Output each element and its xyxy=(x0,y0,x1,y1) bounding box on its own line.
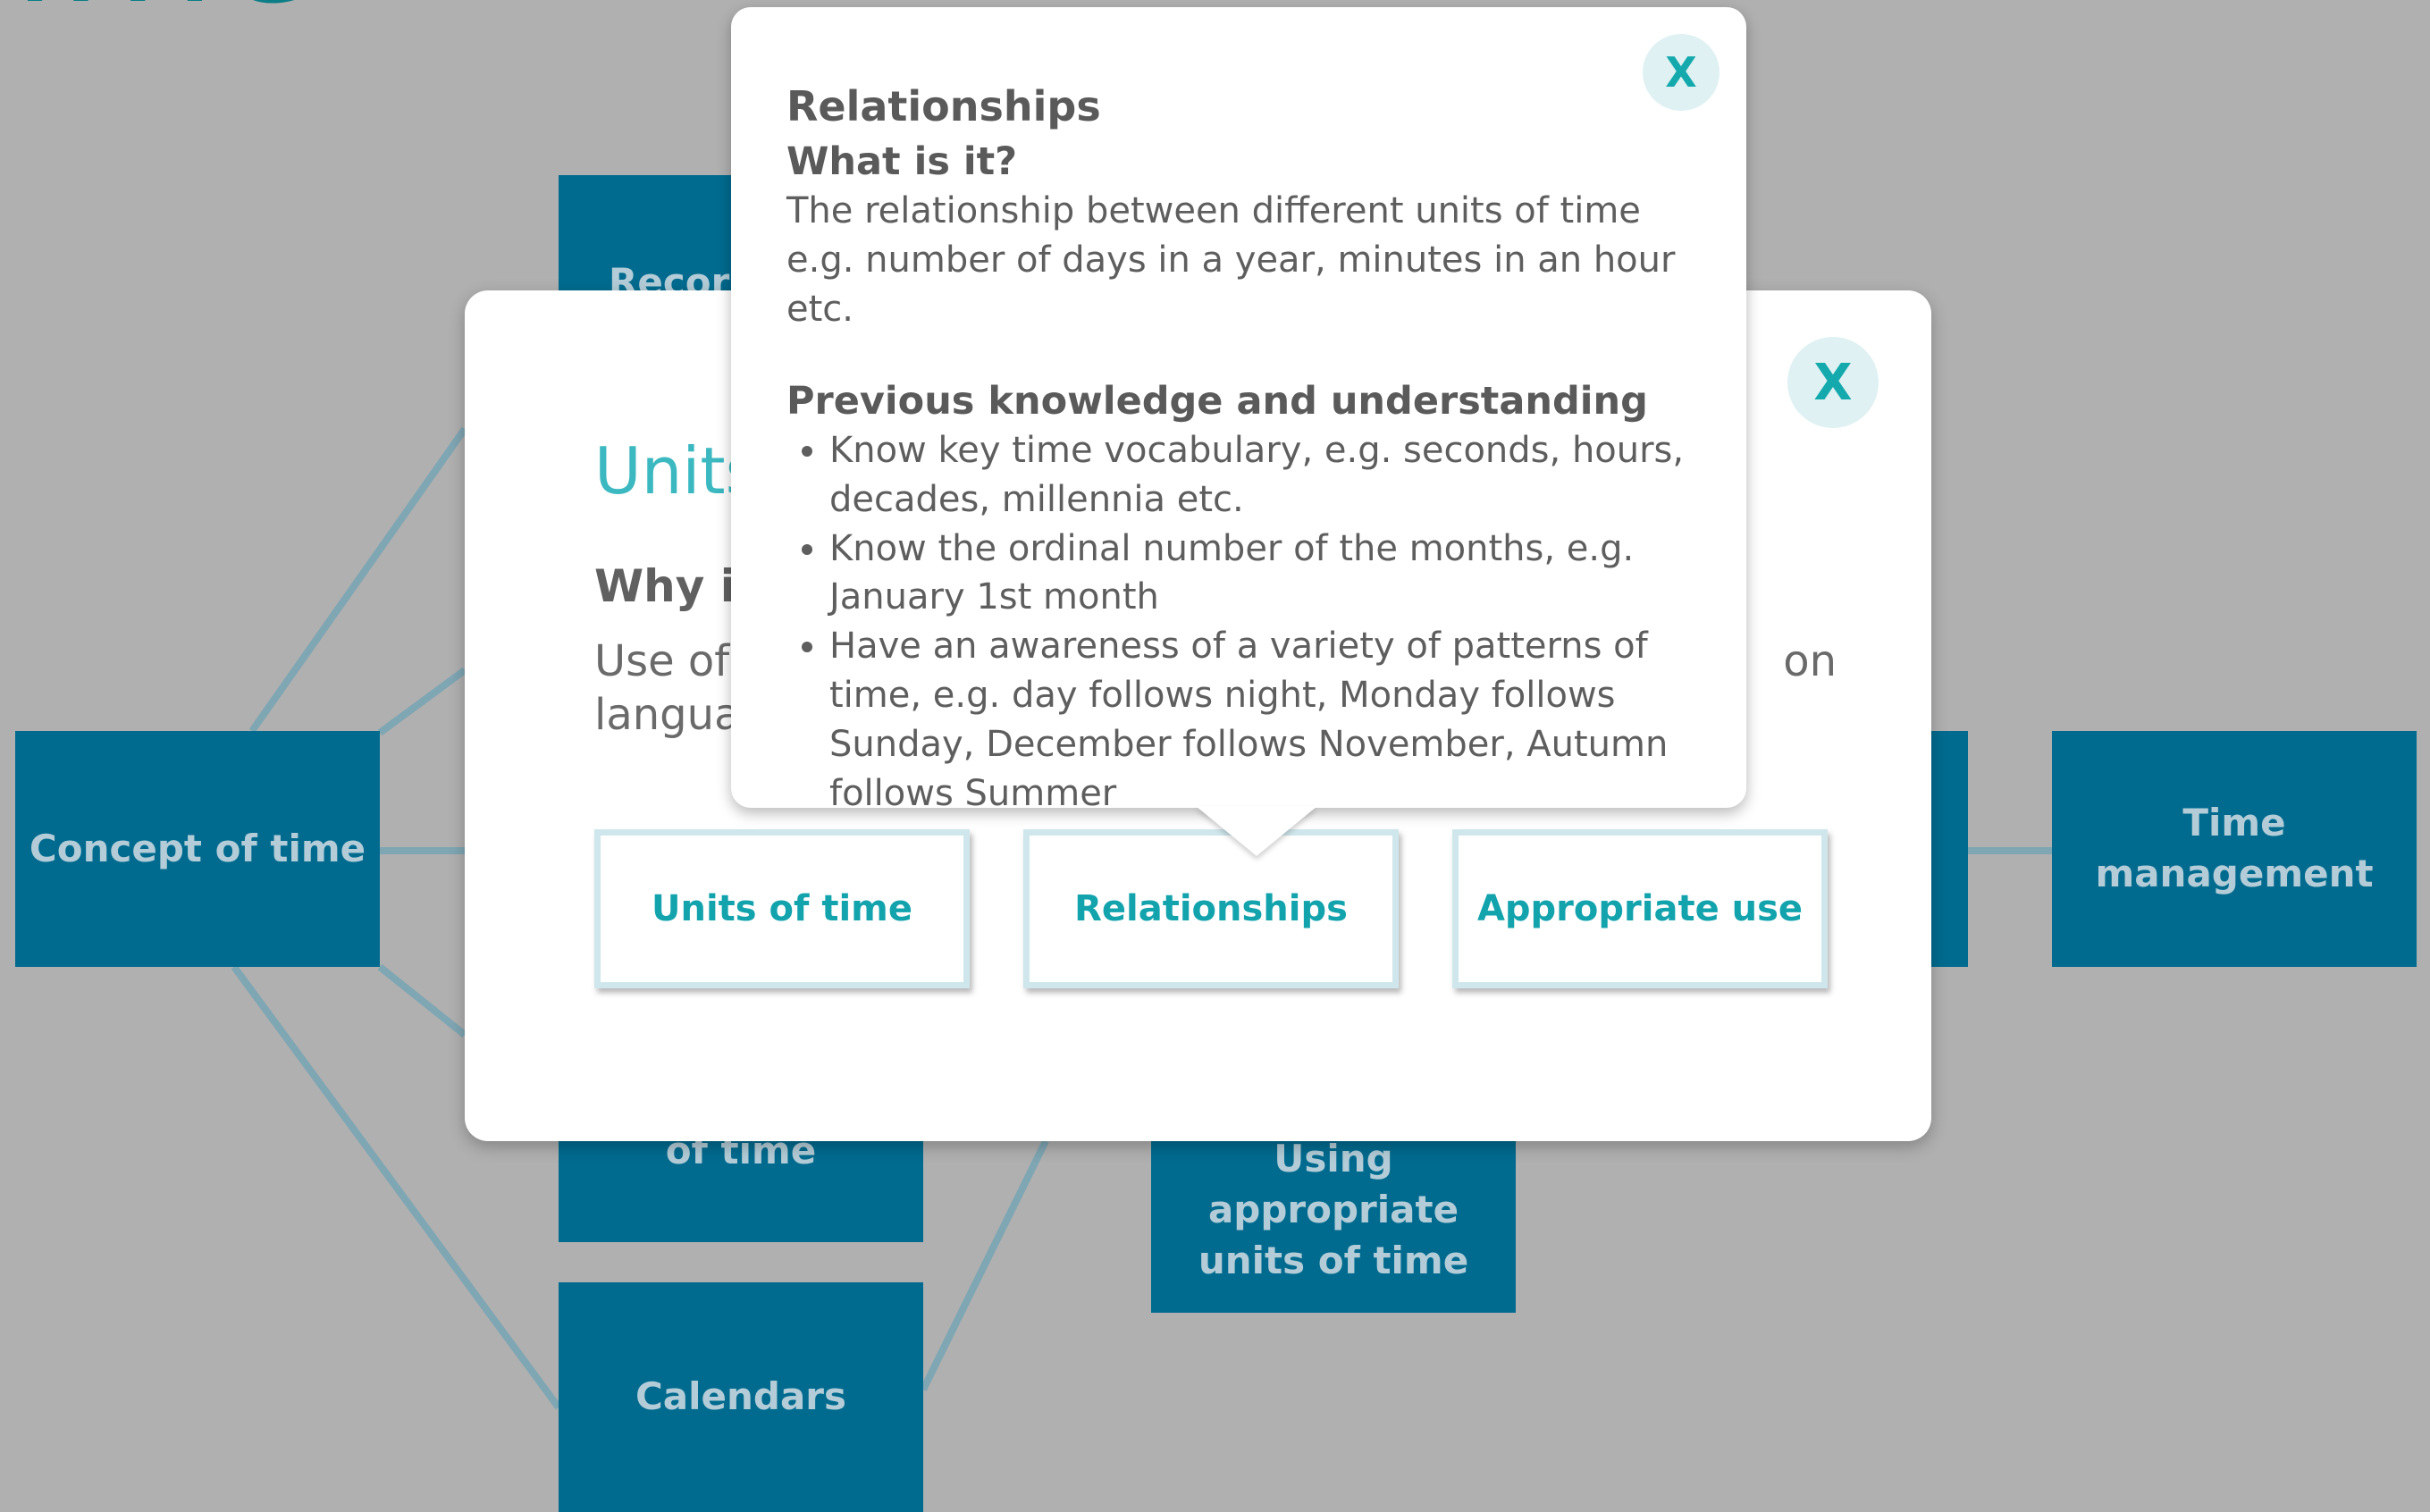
modal-body-line-end: on xyxy=(1783,636,1837,686)
what-is-it-label: What is it? xyxy=(786,139,1018,185)
tab-appropriate-use[interactable]: Appropriate use xyxy=(1452,829,1828,988)
connector-line xyxy=(248,426,468,734)
list-item: Have an awareness of a variety of patter… xyxy=(829,622,1707,818)
map-node-calendars[interactable]: Calendars xyxy=(559,1282,923,1512)
relationships-popover: X Relationships What is it? The relation… xyxy=(731,7,1746,856)
modal-close-button[interactable]: X xyxy=(1787,337,1879,428)
what-is-it-text: The relationship between different units… xyxy=(786,189,1676,330)
popover-title: Relationships xyxy=(786,82,1101,130)
map-node-label: Calendars xyxy=(635,1374,847,1419)
map-node-concept-of-time[interactable]: Concept of time xyxy=(15,731,380,967)
concept-map-page: ime Record Concept of time of time Calen… xyxy=(0,0,2430,1512)
connector-line xyxy=(920,1139,1049,1391)
tab-units-of-time[interactable]: Units of time xyxy=(594,829,970,988)
map-node-label: Using appropriate units of time xyxy=(1198,1137,1469,1282)
map-node-label: Concept of time xyxy=(29,826,366,870)
popover-content: Relationships What is it? The relationsh… xyxy=(786,82,1707,818)
list-item: Know the ordinal number of the months, e… xyxy=(829,525,1707,623)
connector-line xyxy=(377,667,467,736)
map-node-label: Time management xyxy=(2095,801,2374,895)
previous-knowledge-label: Previous knowledge and understanding xyxy=(786,379,1648,424)
previous-knowledge-list: Know key time vocabulary, e.g. seconds, … xyxy=(786,426,1707,818)
connector-line xyxy=(377,963,467,1038)
list-item: Know key time vocabulary, e.g. seconds, … xyxy=(829,426,1707,525)
map-node-time-management[interactable]: Time management xyxy=(2052,731,2417,967)
modal-body-line-start: Use of xyxy=(594,636,730,686)
